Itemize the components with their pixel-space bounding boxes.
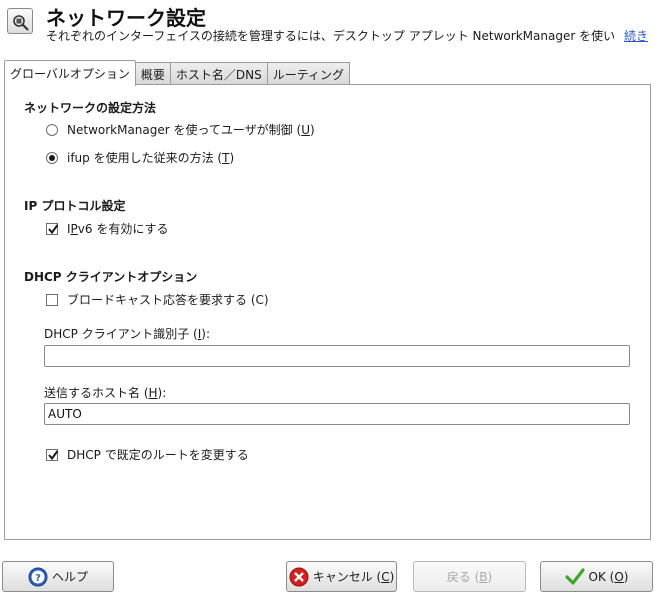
client-id-input[interactable] <box>44 345 630 367</box>
tab-bar: グローバルオプション 概要 ホスト名／DNS ルーティング <box>4 60 351 86</box>
default-route-checkbox[interactable] <box>46 448 59 461</box>
default-route-label: DHCP で既定のルートを変更する <box>67 448 249 462</box>
ok-button[interactable]: OK (O) <box>540 561 653 592</box>
more-link[interactable]: 続き <box>624 27 648 44</box>
cancel-icon <box>289 567 309 586</box>
help-icon: ? <box>28 567 48 586</box>
check-icon <box>48 223 59 234</box>
tab-overview[interactable]: 概要 <box>134 62 171 86</box>
help-button-label: ヘルプ <box>51 570 88 584</box>
back-button-label: 戻る (B) <box>446 570 493 584</box>
ipv6-label: IPv6 を有効にする <box>67 222 169 236</box>
page-description: それぞれのインターフェイスの接続を管理するには、デスクトップ アプレット Net… <box>46 29 616 43</box>
send-hostname-input[interactable] <box>44 403 630 425</box>
broadcast-label: ブロードキャスト応答を要求する (C) <box>67 293 269 307</box>
tab-routing[interactable]: ルーティング <box>266 62 351 86</box>
checkbox-ipv6[interactable]: IPv6 を有効にする <box>46 220 168 237</box>
client-id-label: DHCP クライアント識別子 (I): <box>44 327 210 341</box>
radio-networkmanager-label: NetworkManager を使ってユーザが制御 (U) <box>67 123 315 137</box>
checkbox-default-route[interactable]: DHCP で既定のルートを変更する <box>46 446 249 463</box>
ok-check-icon <box>564 567 585 585</box>
dhcp-title: DHCP クライアントオプション <box>24 270 198 284</box>
radio-ifup-indicator[interactable] <box>46 151 58 164</box>
broadcast-checkbox[interactable] <box>46 293 58 306</box>
dialog-header: ネットワーク設定 それぞれのインターフェイスの接続を管理するには、デスクトップ … <box>0 0 655 56</box>
cancel-button[interactable]: キャンセル (C) <box>286 561 397 592</box>
ipv6-checkbox[interactable] <box>46 222 59 235</box>
checkbox-broadcast[interactable]: ブロードキャスト応答を要求する (C) <box>46 291 269 308</box>
back-button[interactable]: 戻る (B) <box>413 561 526 592</box>
svg-text:?: ? <box>35 573 41 584</box>
ip-protocol-title: IP プロトコル設定 <box>24 199 126 213</box>
check-icon <box>48 449 59 460</box>
radio-networkmanager[interactable]: NetworkManager を使ってユーザが制御 (U) <box>46 121 315 138</box>
radio-ifup[interactable]: ifup を使用した従来の方法 (T) <box>46 149 234 166</box>
radio-ifup-label: ifup を使用した従来の方法 (T) <box>67 151 235 165</box>
cancel-button-label: キャンセル (C) <box>312 570 395 584</box>
tab-global-options[interactable]: グローバルオプション <box>4 60 136 86</box>
setup-method-title: ネットワークの設定方法 <box>24 101 157 115</box>
help-button[interactable]: ? ヘルプ <box>2 561 114 592</box>
ok-button-label: OK (O) <box>588 569 629 584</box>
global-options-panel: ネットワークの設定方法 NetworkManager を使ってユーザが制御 (U… <box>4 84 651 540</box>
radio-networkmanager-indicator[interactable] <box>46 123 58 136</box>
send-hostname-label: 送信するホスト名 (H): <box>44 386 167 400</box>
network-settings-icon <box>7 8 33 34</box>
tab-hostname-dns[interactable]: ホスト名／DNS <box>169 62 268 86</box>
